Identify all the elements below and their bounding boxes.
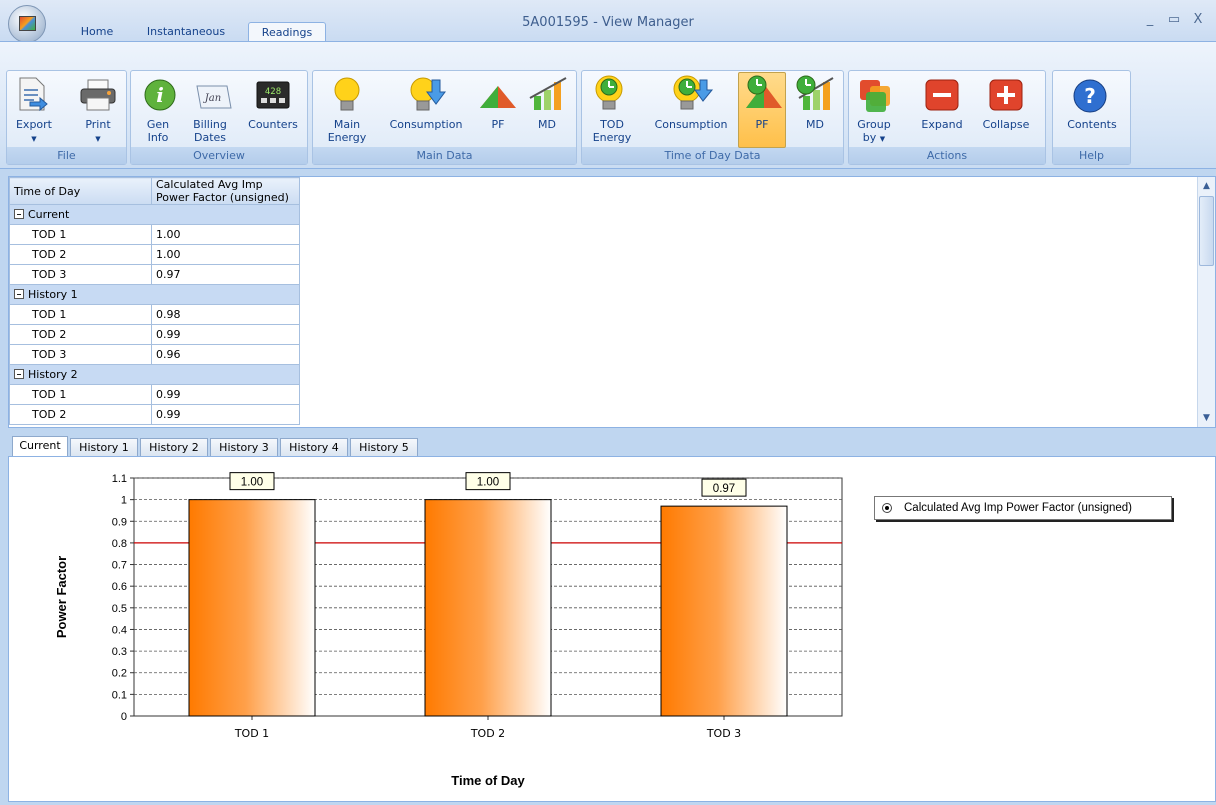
- bar: [188, 499, 316, 717]
- data-label: 1.00: [477, 477, 499, 489]
- y-tick-label: 0.2: [112, 668, 127, 680]
- y-tick-label: 0.1: [112, 689, 127, 701]
- data-label: 1.00: [241, 477, 263, 489]
- legend-radio-icon[interactable]: [882, 503, 892, 513]
- y-tick-label: 0.8: [112, 538, 127, 550]
- y-tick-label: 0.7: [112, 560, 127, 572]
- x-axis-title: Time of Day: [451, 773, 525, 788]
- x-tick-label: TOD 3: [706, 727, 741, 740]
- data-label: 0.97: [713, 483, 735, 495]
- y-tick-label: 1.1: [112, 473, 127, 485]
- x-tick-label: TOD 2: [470, 727, 505, 740]
- legend-label: Calculated Avg Imp Power Factor (unsigne…: [904, 502, 1132, 514]
- y-axis-title: Power Factor: [54, 556, 69, 638]
- chart-legend: Calculated Avg Imp Power Factor (unsigne…: [874, 496, 1172, 520]
- bar: [660, 505, 788, 717]
- y-tick-label: 0: [121, 711, 127, 723]
- y-tick-label: 0.3: [112, 646, 127, 658]
- y-tick-label: 1: [121, 495, 127, 507]
- bar: [424, 499, 552, 717]
- y-tick-label: 0.9: [112, 516, 127, 528]
- y-tick-label: 0.4: [112, 624, 127, 636]
- power-factor-bar-chart: 0 0.1 0.2 0.3 0.4 0.5 0.6 0.7 0.8 0.9 1 1.1 1.00 TOD …: [54, 472, 843, 788]
- y-tick-label: 0.6: [112, 581, 127, 593]
- y-tick-label: 0.5: [112, 603, 127, 615]
- x-tick-label: TOD 1: [234, 727, 269, 740]
